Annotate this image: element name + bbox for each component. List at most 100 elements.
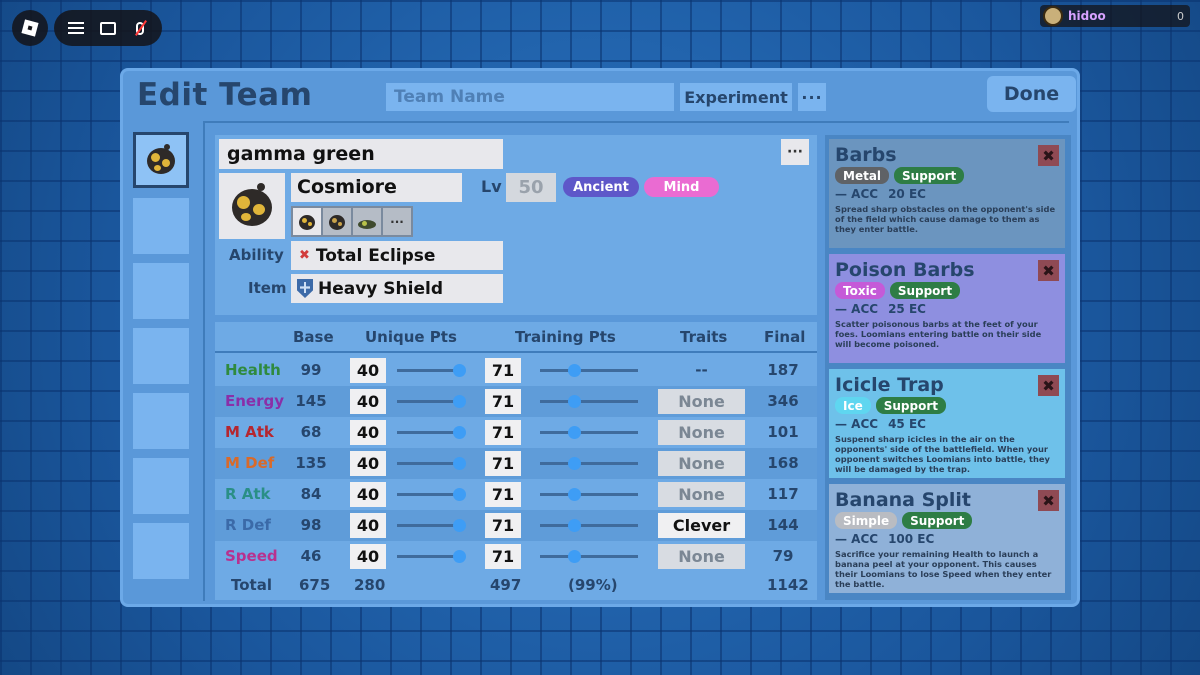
training-pts-slider-track[interactable] (540, 524, 638, 527)
unique-pts-slider-track[interactable] (397, 462, 459, 465)
experiment-button[interactable]: Experiment (680, 83, 792, 111)
team-slot-6[interactable] (133, 458, 189, 514)
team-slot-3[interactable] (133, 263, 189, 319)
loomian-more-button[interactable]: ··· (781, 139, 809, 165)
team-more-button[interactable]: ··· (798, 83, 826, 111)
move-card-icicle-trap[interactable]: Icicle Trap ✖ Ice Support — ACC 45 EC Suspend … (829, 369, 1065, 478)
form-option-1[interactable] (293, 208, 321, 235)
move-description: Scatter poisonous barbs at the feet of y… (835, 319, 1042, 349)
move-accuracy: — ACC (835, 417, 879, 431)
move-card-banana-split[interactable]: Banana Split ✖ Simple Support — ACC 100 EC Sac… (829, 484, 1065, 593)
header-unique-pts: Unique Pts (365, 328, 457, 346)
team-slot-2[interactable] (133, 198, 189, 254)
stats-table: Base Unique Pts Training Pts Traits Fina… (215, 322, 817, 600)
loomian-info: gamma green ··· Cosmiore Lv 50 Ancient M… (215, 135, 817, 315)
team-slot-7[interactable] (133, 523, 189, 579)
training-pts-slider-handle[interactable] (568, 457, 582, 470)
roblox-menu-button[interactable] (12, 10, 48, 46)
training-pts-slider-handle[interactable] (568, 519, 582, 532)
training-pts-input[interactable]: 71 (485, 513, 521, 538)
training-pts-input[interactable]: 71 (485, 420, 521, 445)
team-slot-4[interactable] (133, 328, 189, 384)
hamburger-menu-icon[interactable] (66, 18, 86, 38)
unique-pts-slider-handle[interactable] (453, 519, 466, 532)
unique-pts-input[interactable]: 40 (350, 482, 386, 507)
trait-select[interactable]: None (658, 482, 745, 507)
item-field[interactable]: Heavy Shield (291, 274, 503, 303)
stat-name: Speed (225, 547, 278, 565)
training-pts-slider-track[interactable] (540, 369, 638, 372)
species-field[interactable]: Cosmiore (291, 173, 462, 202)
training-pts-slider-track[interactable] (540, 431, 638, 434)
remove-move-button[interactable]: ✖ (1038, 145, 1059, 166)
form-1-icon (297, 212, 317, 232)
training-pts-slider-handle[interactable] (568, 364, 582, 377)
training-pts-input[interactable]: 71 (485, 358, 521, 383)
training-pts-input[interactable]: 71 (485, 451, 521, 476)
stat-final: 187 (767, 361, 799, 379)
unique-pts-slider-track[interactable] (397, 369, 459, 372)
unique-pts-input[interactable]: 40 (350, 358, 386, 383)
training-pts-input[interactable]: 71 (485, 389, 521, 414)
trait-select[interactable]: None (658, 389, 745, 414)
unique-pts-slider-track[interactable] (397, 555, 459, 558)
stat-name: R Def (225, 516, 271, 534)
done-button[interactable]: Done (987, 76, 1076, 112)
unique-pts-input[interactable]: 40 (350, 389, 386, 414)
training-pts-slider-handle[interactable] (568, 550, 582, 563)
trait-select[interactable]: None (658, 420, 745, 445)
move-category-badge: Support (902, 512, 973, 529)
nickname-field[interactable]: gamma green (219, 139, 503, 169)
trait-select[interactable]: Clever (658, 513, 745, 538)
move-card-barbs[interactable]: Barbs ✖ Metal Support — ACC 20 EC Spread sharp… (829, 139, 1065, 248)
page-title: Edit Team (137, 77, 313, 113)
unique-pts-input[interactable]: 40 (350, 451, 386, 476)
remove-move-button[interactable]: ✖ (1038, 260, 1059, 281)
unique-pts-input[interactable]: 40 (350, 420, 386, 445)
training-pts-slider-track[interactable] (540, 400, 638, 403)
unique-pts-slider-handle[interactable] (453, 550, 466, 563)
remove-move-button[interactable]: ✖ (1038, 375, 1059, 396)
unique-pts-slider-handle[interactable] (453, 457, 466, 470)
training-pts-input[interactable]: 71 (485, 482, 521, 507)
training-pts-slider-handle[interactable] (568, 426, 582, 439)
unique-pts-slider-handle[interactable] (453, 395, 466, 408)
mic-muted-icon[interactable] (130, 18, 150, 38)
trait-select[interactable]: None (658, 451, 745, 476)
stat-name: Health (225, 361, 281, 379)
trait-select[interactable]: None (658, 544, 745, 569)
training-pts-slider-handle[interactable] (568, 488, 582, 501)
move-card-poison-barbs[interactable]: Poison Barbs ✖ Toxic Support — ACC 25 EC Scatt… (829, 254, 1065, 363)
move-category-badge: Support (889, 282, 961, 299)
stat-base: 84 (300, 485, 322, 503)
unique-pts-slider-track[interactable] (397, 524, 459, 527)
item-value: Heavy Shield (318, 278, 444, 299)
unique-pts-slider-handle[interactable] (453, 488, 466, 501)
unique-pts-input[interactable]: 40 (350, 544, 386, 569)
training-pts-input[interactable]: 71 (485, 544, 521, 569)
form-option-3[interactable] (353, 208, 381, 235)
training-pts-slider-track[interactable] (540, 462, 638, 465)
form-option-2[interactable] (323, 208, 351, 235)
unique-pts-slider-track[interactable] (397, 431, 459, 434)
unique-pts-input[interactable]: 40 (350, 513, 386, 538)
edit-team-panel: Edit Team Experiment ··· Done gamma gree… (120, 68, 1080, 607)
stat-row-r-def: R Def 98 40 71 Clever 144 (215, 510, 817, 541)
training-pts-slider-track[interactable] (540, 493, 638, 496)
team-name-input[interactable] (386, 83, 674, 111)
team-slot-5[interactable] (133, 393, 189, 449)
loomian-portrait (219, 173, 285, 239)
stat-row-energy: Energy 145 40 71 None 346 (215, 386, 817, 417)
unique-pts-slider-handle[interactable] (453, 364, 466, 377)
remove-move-button[interactable]: ✖ (1038, 490, 1059, 511)
unique-pts-slider-handle[interactable] (453, 426, 466, 439)
training-pts-slider-track[interactable] (540, 555, 638, 558)
unique-pts-slider-track[interactable] (397, 493, 459, 496)
unique-pts-slider-track[interactable] (397, 400, 459, 403)
stat-final: 117 (767, 485, 799, 503)
chat-icon[interactable] (98, 18, 118, 38)
team-slot-1[interactable] (133, 132, 189, 188)
training-pts-slider-handle[interactable] (568, 395, 582, 408)
form-more-button[interactable]: ··· (383, 208, 411, 235)
ability-field[interactable]: ✖ Total Eclipse (291, 241, 503, 270)
